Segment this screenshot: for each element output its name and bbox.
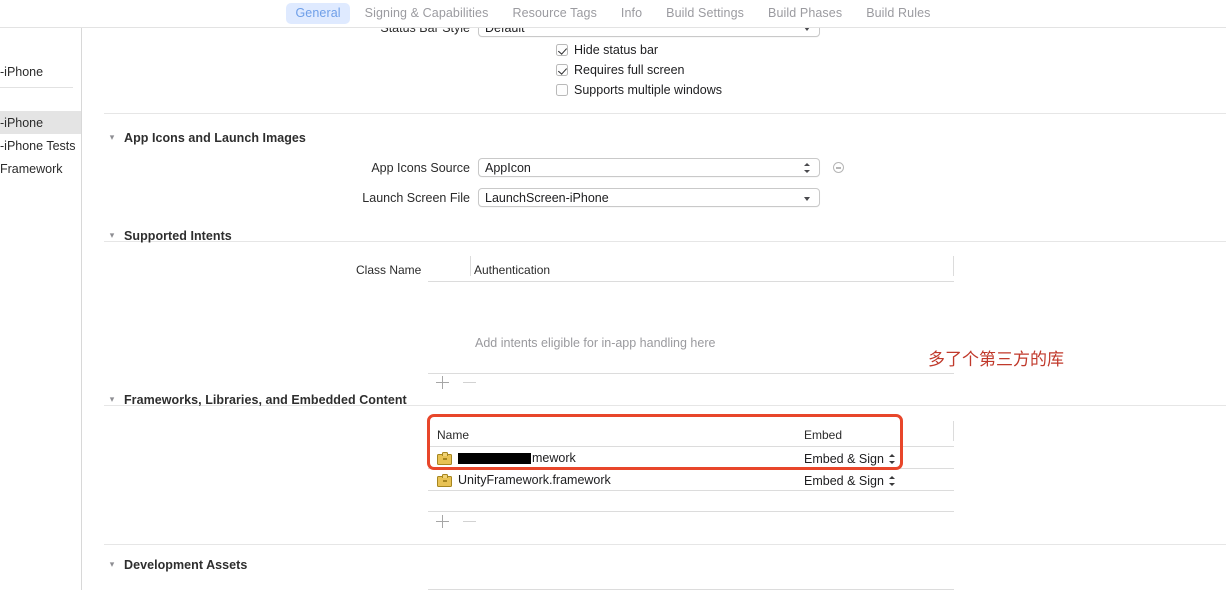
sidebar-item-target-iphone[interactable]: -iPhone — [0, 111, 81, 134]
frameworks-column-name[interactable]: Name — [437, 428, 469, 442]
remove-intent-button[interactable] — [463, 376, 476, 389]
framework-name-unity: UnityFramework.framework — [458, 473, 611, 487]
tab-build-rules[interactable]: Build Rules — [857, 3, 939, 24]
frameworks-column-embed[interactable]: Embed — [804, 428, 842, 442]
framework-row-redacted[interactable]: mework — [437, 451, 576, 465]
status-bar-style-label: Status Bar Style — [380, 28, 470, 35]
sidebar-item-target-framework[interactable]: Framework — [0, 157, 81, 180]
section-divider-2 — [104, 241, 1226, 242]
sidebar-item-target-iphone-tests[interactable]: -iPhone Tests — [0, 134, 81, 157]
framework-row-separator-2 — [428, 490, 954, 491]
section-title-frameworks: Frameworks, Libraries, and Embedded Cont… — [124, 393, 407, 407]
supports-multiple-windows-row[interactable]: Supports multiple windows — [556, 83, 722, 97]
framework-row-unity[interactable]: UnityFramework.framework — [437, 473, 611, 487]
chevron-down-icon[interactable]: ▾ — [107, 230, 117, 240]
annotation-note-text: 多了个第三方的库 — [928, 350, 1064, 370]
supports-multiple-windows-checkbox[interactable] — [556, 84, 568, 96]
framework-name-redacted: mework — [458, 451, 576, 465]
project-editor-tabbar: General Signing & Capabilities Resource … — [0, 0, 1226, 28]
tab-build-phases[interactable]: Build Phases — [759, 3, 851, 24]
project-targets-sidebar: -iPhone -iPhone -iPhone Tests Framework — [0, 28, 82, 590]
sidebar-divider — [0, 87, 73, 88]
framework-icon — [437, 473, 452, 487]
tab-build-settings[interactable]: Build Settings — [657, 3, 753, 24]
requires-full-screen-label: Requires full screen — [574, 63, 685, 77]
chevron-down-icon — [802, 28, 813, 35]
embed-value-row-2: Embed & Sign — [804, 474, 884, 488]
stepper-arrows-icon — [888, 453, 897, 466]
remove-framework-button[interactable] — [463, 515, 476, 528]
section-divider-4 — [104, 544, 1226, 545]
launch-screen-file-popup[interactable]: LaunchScreen-iPhone — [478, 188, 820, 207]
tab-general[interactable]: General — [286, 3, 350, 24]
frameworks-header-underline — [428, 446, 954, 447]
intents-column-divider-right[interactable] — [953, 256, 954, 276]
section-title-app-icons: App Icons and Launch Images — [124, 131, 306, 145]
intents-column-class-name[interactable]: Class Name — [356, 263, 421, 277]
supports-multiple-windows-label: Supports multiple windows — [574, 83, 722, 97]
framework-row-separator-1 — [428, 468, 954, 469]
requires-full-screen-checkbox[interactable] — [556, 64, 568, 76]
tab-signing-capabilities[interactable]: Signing & Capabilities — [356, 3, 498, 24]
sidebar-item-project[interactable]: -iPhone — [0, 60, 81, 83]
intents-footer-line — [428, 373, 954, 374]
intents-add-remove-controls — [436, 376, 476, 389]
chevron-down-icon[interactable]: ▾ — [107, 559, 117, 569]
add-intent-button[interactable] — [436, 376, 449, 389]
launch-screen-file-value: LaunchScreen-iPhone — [485, 190, 609, 205]
chevron-down-icon[interactable]: ▾ — [107, 132, 117, 142]
intents-column-authentication[interactable]: Authentication — [474, 263, 550, 277]
frameworks-add-remove-controls — [436, 515, 476, 528]
app-icons-source-value: AppIcon — [485, 160, 531, 175]
section-title-development-assets: Development Assets — [124, 558, 248, 572]
general-settings-pane: Status Bar Style Default Hide status bar… — [82, 28, 1226, 590]
hide-status-bar-row[interactable]: Hide status bar — [556, 43, 658, 57]
chevron-down-icon — [802, 191, 813, 205]
tab-info[interactable]: Info — [612, 3, 651, 24]
framework-name-suffix: mework — [532, 451, 576, 465]
intents-header-underline — [428, 281, 954, 282]
status-bar-style-popup[interactable]: Default — [478, 28, 820, 37]
hide-status-bar-label: Hide status bar — [574, 43, 659, 57]
intents-empty-message: Add intents eligible for in-app handling… — [475, 336, 716, 350]
app-icons-source-label: App Icons Source — [371, 161, 470, 175]
redaction-bar — [458, 452, 531, 464]
app-icons-source-popup[interactable]: AppIcon — [478, 158, 820, 177]
embed-popup-row-2[interactable]: Embed & Sign — [804, 474, 897, 488]
section-title-supported-intents: Supported Intents — [124, 229, 232, 243]
embed-popup-row-1[interactable]: Embed & Sign — [804, 452, 897, 466]
stepper-arrows-icon — [802, 161, 813, 175]
intents-column-divider[interactable] — [470, 256, 471, 276]
section-divider-1 — [104, 113, 1226, 114]
chevron-down-icon[interactable]: ▾ — [107, 394, 117, 404]
stepper-arrows-icon — [888, 475, 897, 488]
app-icons-inspector-button[interactable] — [833, 162, 844, 173]
status-bar-style-value: Default — [485, 28, 802, 35]
embed-value-row-1: Embed & Sign — [804, 452, 884, 466]
xcode-general-settings-screen: General Signing & Capabilities Resource … — [0, 0, 1226, 590]
launch-screen-file-label: Launch Screen File — [362, 191, 470, 205]
add-framework-button[interactable] — [436, 515, 449, 528]
frameworks-footer-line — [428, 511, 954, 512]
requires-full-screen-row[interactable]: Requires full screen — [556, 63, 684, 77]
framework-icon — [437, 451, 452, 465]
hide-status-bar-checkbox[interactable] — [556, 44, 568, 56]
frameworks-column-divider-right[interactable] — [953, 421, 954, 441]
tab-resource-tags[interactable]: Resource Tags — [503, 3, 605, 24]
